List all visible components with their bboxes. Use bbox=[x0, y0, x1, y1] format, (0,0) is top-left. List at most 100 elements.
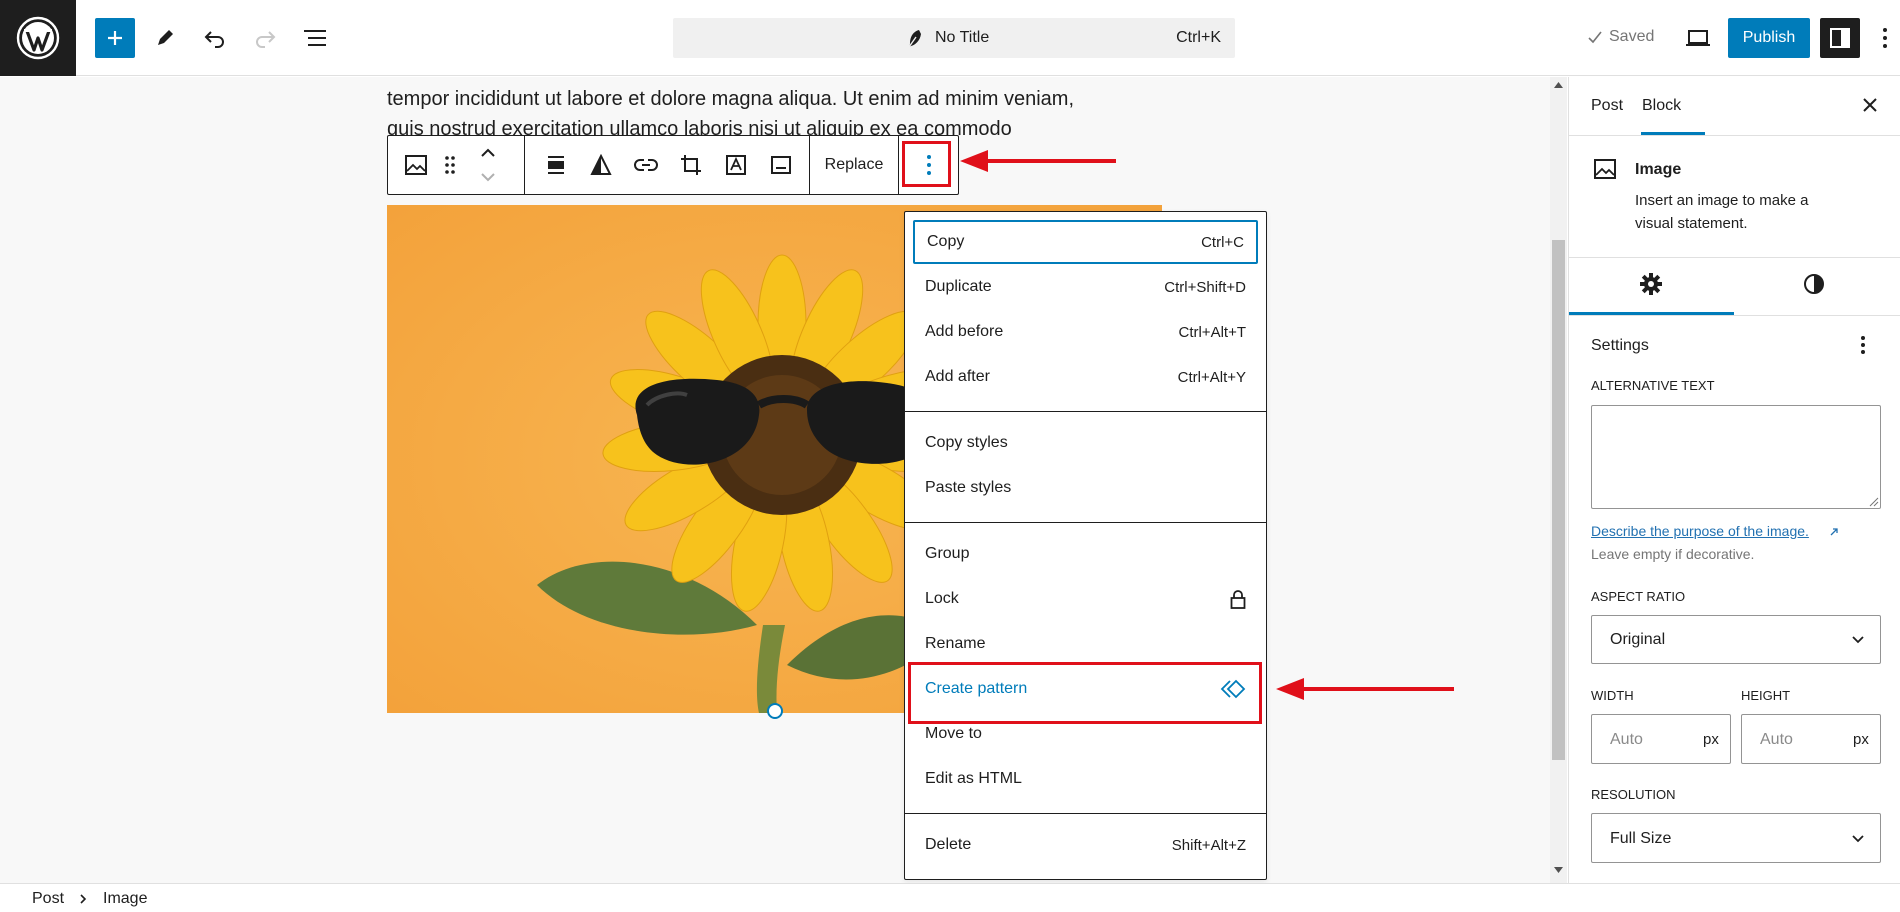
width-label: WIDTH bbox=[1591, 688, 1634, 703]
chevron-down-icon bbox=[481, 173, 495, 182]
settings-sidebar: Post Block Image Insert an image to make… bbox=[1568, 77, 1900, 883]
block-card-description-2: visual statement. bbox=[1635, 215, 1748, 232]
checkmark-icon bbox=[1588, 31, 1602, 44]
block-type-button[interactable] bbox=[398, 136, 434, 194]
menu-item-shortcut: Ctrl+C bbox=[1201, 233, 1244, 251]
replace-button[interactable]: Replace bbox=[810, 136, 898, 194]
menu-item-copy-styles[interactable]: Copy styles bbox=[913, 421, 1258, 465]
command-palette-shortcut: Ctrl+K bbox=[1176, 29, 1221, 46]
aspect-ratio-select[interactable]: Original bbox=[1591, 615, 1881, 664]
options-menu-button[interactable] bbox=[1870, 18, 1900, 58]
more-vertical-icon bbox=[1883, 28, 1887, 48]
menu-item-copy[interactable]: Copy Ctrl+C bbox=[913, 220, 1258, 264]
alt-text-label: ALTERNATIVE TEXT bbox=[1591, 378, 1715, 393]
height-label: HEIGHT bbox=[1741, 688, 1791, 703]
menu-item-add-after[interactable]: Add after Ctrl+Alt+Y bbox=[913, 355, 1258, 399]
width-placeholder: Auto bbox=[1610, 731, 1643, 748]
height-input[interactable]: Auto px bbox=[1741, 714, 1881, 764]
move-up-button[interactable] bbox=[476, 142, 500, 164]
add-block-button[interactable] bbox=[95, 18, 135, 58]
undo-button[interactable] bbox=[195, 18, 235, 58]
settings-tab[interactable] bbox=[1639, 272, 1663, 296]
menu-item-label: Edit as HTML bbox=[925, 770, 1022, 787]
menu-item-label: Paste styles bbox=[925, 479, 1012, 496]
paragraph-line-1[interactable]: tempor incididunt ut labore et dolore ma… bbox=[387, 88, 1074, 111]
block-card-description-1: Insert an image to make a bbox=[1635, 192, 1809, 209]
link-button[interactable] bbox=[628, 136, 664, 194]
height-unit: px bbox=[1853, 731, 1869, 748]
menu-item-shortcut: Shift+Alt+Z bbox=[1171, 836, 1246, 854]
redo-icon bbox=[256, 31, 276, 48]
block-card-title: Image bbox=[1635, 161, 1682, 178]
caption-button[interactable] bbox=[763, 136, 799, 194]
document-overview-button[interactable] bbox=[295, 18, 335, 58]
tab-block[interactable]: Block bbox=[1642, 97, 1681, 115]
undo-icon bbox=[204, 31, 224, 48]
drag-handle[interactable] bbox=[438, 136, 462, 194]
menu-item-lock[interactable]: Lock bbox=[913, 577, 1258, 621]
block-card-icon bbox=[1593, 157, 1617, 181]
close-sidebar-button[interactable] bbox=[1862, 97, 1878, 113]
menu-item-label: Move to bbox=[925, 725, 982, 742]
menu-separator bbox=[905, 522, 1266, 523]
resolution-value: Full Size bbox=[1610, 830, 1672, 847]
settings-sidebar-toggle[interactable] bbox=[1820, 18, 1860, 58]
caption-icon bbox=[771, 156, 791, 174]
menu-item-duplicate[interactable]: Duplicate Ctrl+Shift+D bbox=[913, 265, 1258, 309]
redo-button[interactable] bbox=[245, 18, 285, 58]
menu-item-label: Add after bbox=[925, 368, 990, 385]
preview-button[interactable] bbox=[1678, 18, 1718, 58]
width-input[interactable]: Auto px bbox=[1591, 714, 1731, 764]
sidebar-icon bbox=[1830, 28, 1850, 48]
canvas-scrollbar-thumb[interactable] bbox=[1552, 240, 1565, 760]
width-unit: px bbox=[1703, 731, 1719, 748]
menu-separator bbox=[905, 813, 1266, 814]
aspect-ratio-value: Original bbox=[1610, 631, 1666, 648]
resolution-select[interactable]: Full Size bbox=[1591, 813, 1881, 863]
menu-separator bbox=[905, 411, 1266, 412]
drag-icon bbox=[445, 156, 455, 174]
tab-post[interactable]: Post bbox=[1591, 97, 1623, 115]
menu-item-edit-as-html[interactable]: Edit as HTML bbox=[913, 757, 1258, 801]
menu-item-label: Delete bbox=[925, 836, 972, 853]
height-placeholder: Auto bbox=[1760, 731, 1793, 748]
chevron-up-icon bbox=[481, 148, 495, 157]
move-down-button[interactable] bbox=[476, 166, 500, 188]
scroll-up-arrow-icon[interactable] bbox=[1553, 81, 1564, 89]
menu-item-shortcut: Ctrl+Alt+T bbox=[1178, 323, 1246, 341]
tools-button[interactable] bbox=[145, 18, 185, 58]
menu-item-paste-styles[interactable]: Paste styles bbox=[913, 466, 1258, 510]
alt-text-help-link[interactable]: Describe the purpose of the image. bbox=[1591, 523, 1809, 539]
more-vertical-icon bbox=[1861, 336, 1865, 354]
annotation-arrow-options bbox=[960, 150, 1116, 172]
aspect-ratio-label: ASPECT RATIO bbox=[1591, 589, 1686, 604]
chevron-right-icon bbox=[80, 894, 87, 904]
publish-button[interactable]: Publish bbox=[1728, 18, 1810, 58]
crop-button[interactable] bbox=[673, 136, 709, 194]
link-icon bbox=[634, 159, 658, 171]
external-link-icon bbox=[1830, 528, 1838, 536]
menu-item-add-before[interactable]: Add before Ctrl+Alt+T bbox=[913, 310, 1258, 354]
half-circle-styles-icon bbox=[1804, 274, 1824, 294]
menu-item-group[interactable]: Group bbox=[913, 532, 1258, 576]
alt-text-input[interactable] bbox=[1591, 405, 1881, 509]
document-title-bar[interactable]: No Title Ctrl+K bbox=[673, 18, 1235, 58]
saved-label: Saved bbox=[1609, 28, 1655, 45]
resize-grip-icon bbox=[1869, 497, 1879, 507]
settings-options-button[interactable] bbox=[1860, 335, 1866, 355]
styles-tab[interactable] bbox=[1802, 272, 1826, 296]
wordpress-logo-button[interactable] bbox=[0, 0, 76, 76]
menu-item-rename[interactable]: Rename bbox=[913, 622, 1258, 666]
scroll-down-arrow-icon[interactable] bbox=[1553, 866, 1564, 874]
breadcrumb-image[interactable]: Image bbox=[103, 890, 147, 908]
align-button[interactable] bbox=[538, 136, 574, 194]
breadcrumb-post[interactable]: Post bbox=[32, 890, 64, 908]
text-overlay-button[interactable] bbox=[718, 136, 754, 194]
menu-item-label: Rename bbox=[925, 635, 986, 652]
menu-item-delete[interactable]: Delete Shift+Alt+Z bbox=[913, 823, 1258, 867]
image-resize-handle[interactable] bbox=[767, 703, 783, 719]
duotone-button[interactable] bbox=[583, 136, 619, 194]
annotation-box-options bbox=[902, 141, 951, 187]
desktop-preview-icon bbox=[1686, 30, 1710, 46]
annotation-box-create-pattern bbox=[908, 662, 1262, 724]
